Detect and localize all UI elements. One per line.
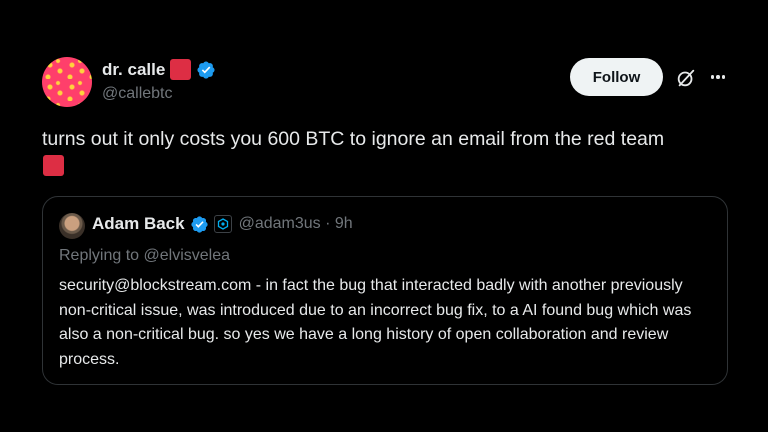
verified-badge-icon[interactable] <box>196 60 216 80</box>
author-handle[interactable]: @callebtc <box>102 85 173 103</box>
quoted-tweet-card[interactable]: Adam Back @adam3us · 9h Replying to @elv… <box>42 196 728 385</box>
quoted-author-row: Adam Back @adam3us · 9h <box>92 214 353 234</box>
red-square-emoji-icon <box>43 155 64 176</box>
author-name-row: dr. calle <box>102 59 216 80</box>
verified-badge-icon[interactable] <box>190 215 209 234</box>
quoted-display-name[interactable]: Adam Back <box>92 214 185 234</box>
author-display-name[interactable]: dr. calle <box>102 60 165 80</box>
more-dot <box>710 75 715 79</box>
quoted-tweet-text: security@blockstream.com - in fact the b… <box>59 277 692 368</box>
more-options-icon[interactable] <box>707 66 729 88</box>
quoted-avatar[interactable] <box>59 213 85 239</box>
red-square-emoji-icon <box>170 59 192 80</box>
grok-icon[interactable] <box>675 67 697 89</box>
quoted-handle-time[interactable]: @adam3us · 9h <box>239 215 353 233</box>
affiliate-logo-icon <box>217 218 228 230</box>
more-dot <box>721 75 726 79</box>
tweet-text: turns out it only costs you 600 BTC to i… <box>42 128 665 150</box>
replying-to: Replying to @elvisvelea <box>59 247 230 264</box>
follow-button[interactable]: Follow <box>570 58 663 96</box>
blockstream-affiliate-icon[interactable] <box>213 215 232 233</box>
more-dot <box>716 75 720 79</box>
avatar[interactable] <box>42 57 92 107</box>
